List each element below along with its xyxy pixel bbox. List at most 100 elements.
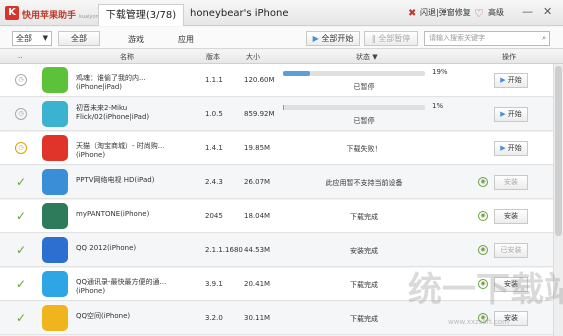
check-icon: ✓	[15, 311, 27, 325]
heart-icon[interactable]: ♡	[474, 7, 484, 20]
version-cell: 2045	[205, 212, 223, 220]
start-all-label: 全部开始	[321, 34, 354, 43]
check-icon: ✓	[15, 243, 27, 257]
app-name-cell: myPANTONE(iPhone)	[76, 210, 150, 218]
start-label: 开始	[507, 144, 522, 152]
version-cell: 3.2.0	[205, 314, 223, 322]
app-name-cell: QQ 2012(iPhone)	[76, 244, 137, 252]
install-button[interactable]: 已安装	[494, 243, 528, 258]
sort-down-icon: ▼	[372, 53, 378, 61]
table-row[interactable]: ✓ PPTV网络电视 HD(iPad) 2.4.3 26.07M 此应用暂不支持当前设备…	[0, 166, 553, 199]
pause-icon: ‖	[371, 34, 376, 43]
progress-percent: 19%	[432, 68, 448, 76]
header-action: 操作	[502, 53, 516, 61]
version-cell: 1.0.5	[205, 110, 223, 118]
check-icon: ✓	[15, 209, 27, 223]
minimize-button[interactable]: —	[522, 5, 533, 18]
start-button[interactable]: ▶ 开始	[494, 107, 528, 122]
start-all-button[interactable]: ▶ 全部开始	[306, 31, 360, 46]
header-name[interactable]: 名称	[120, 52, 134, 62]
table-header: .. 名称 版本 大小 状态 ▼ 操作	[0, 50, 563, 64]
scrollbar-thumb[interactable]	[555, 66, 562, 236]
status-text: 下载失败！	[346, 145, 382, 153]
clock-icon: ◷	[15, 74, 27, 86]
start-label: 开始	[507, 110, 522, 118]
table-row[interactable]: ✓ myPANTONE(iPhone) 2045 18.04M 下载完成 ◉ 安装	[0, 200, 553, 233]
progress-percent: 1%	[432, 102, 444, 110]
app-name-cell: PPTV网络电视 HD(iPad)	[76, 176, 155, 184]
app-name-cell: 鸡魂：谁偷了我的内...(iPhone|iPad)	[76, 74, 146, 91]
filter-games-button[interactable]: 游戏	[128, 34, 144, 45]
progress-bar	[283, 105, 425, 110]
app-name-cell: 天猫（淘宝商城）- 时尚购...(iPhone)	[76, 142, 165, 159]
size-cell: 30.11M	[244, 314, 271, 322]
app-logo: K	[5, 6, 19, 20]
table-row[interactable]: ◷ 鸡魂：谁偷了我的内...(iPhone|iPad) 1.1.1 120.60M 19…	[0, 64, 553, 97]
size-cell: 19.85M	[244, 144, 271, 152]
device-name[interactable]: honeybear's iPhone	[190, 8, 289, 19]
progress-fill	[283, 105, 285, 110]
version-cell: 2.4.3	[205, 178, 223, 186]
watermark-url: www.xxzsoft.com	[448, 318, 509, 326]
app-name-cell: 初音未来2-Miku Flick/02(iPhone|iPad)	[76, 104, 150, 121]
header-status-icon: ..	[18, 52, 23, 60]
close-button[interactable]: ✕	[543, 5, 552, 18]
header-size[interactable]: 大小	[246, 52, 260, 62]
check-icon: ✓	[15, 277, 27, 291]
install-button[interactable]: 安装	[494, 209, 528, 224]
play-icon: ▶	[312, 34, 319, 43]
filter-all-button[interactable]: 全部	[58, 31, 100, 46]
filter-apps-button[interactable]: 应用	[178, 34, 194, 45]
app-icon	[42, 305, 68, 331]
progress-bar	[283, 71, 425, 76]
app-icon	[42, 101, 68, 127]
header-version[interactable]: 版本	[206, 52, 220, 62]
tools-icon[interactable]: ✖	[408, 8, 416, 19]
title-bar: K 快用苹果助手 kuaiyong.com 下载管理(3/78) honeybe…	[0, 0, 563, 26]
app-icon	[42, 271, 68, 297]
start-button[interactable]: ▶ 开始	[494, 73, 528, 88]
size-cell: 18.04M	[244, 212, 271, 220]
app-icon	[42, 203, 68, 229]
app-icon	[42, 135, 68, 161]
watermark: 统一下载站	[408, 270, 563, 310]
table-row[interactable]: ◷ 天猫（淘宝商城）- 时尚购...(iPhone) 1.4.1 19.85M 下载失败…	[0, 132, 553, 165]
size-cell: 20.41M	[244, 280, 271, 288]
advanced-link[interactable]: 高级	[488, 7, 504, 18]
size-cell: 26.07M	[244, 178, 271, 186]
search-placeholder: 请输入搜索关键字	[429, 34, 485, 42]
version-cell: 1.1.1	[205, 76, 223, 84]
filter-select-value: 全部	[16, 34, 32, 43]
tab-download-manager[interactable]: 下载管理(3/78)	[98, 4, 184, 26]
search-icon[interactable]: ⌕	[542, 32, 546, 45]
status-text: 已暂停	[353, 117, 375, 125]
install-icon: ◉	[478, 211, 488, 221]
status-text: 安装完成	[350, 247, 378, 255]
play-icon: ▶	[500, 144, 508, 152]
size-cell: 859.92M	[244, 110, 275, 118]
pause-all-label: 全部暂停	[378, 34, 411, 43]
toolbar: 全部 ▼ 全部 游戏 应用 ▶ 全部开始 ‖ 全部暂停 请输入搜索关键字 ⌕	[0, 27, 563, 49]
filter-select[interactable]: 全部 ▼	[12, 31, 52, 46]
size-cell: 120.60M	[244, 76, 275, 84]
install-button[interactable]: 安装	[494, 175, 528, 190]
status-text: 下载完成	[350, 213, 378, 221]
status-text: 已暂停	[353, 83, 375, 91]
table-row[interactable]: ◷ 初音未来2-Miku Flick/02(iPhone|iPad) 1.0.5 85…	[0, 98, 553, 131]
pause-all-button[interactable]: ‖ 全部暂停	[364, 31, 418, 46]
start-button[interactable]: ▶ 开始	[494, 141, 528, 156]
install-icon: ◉	[478, 177, 488, 187]
header-status-label: 状态	[356, 53, 370, 61]
crash-fix-link[interactable]: 闪退|弹窗修复	[420, 7, 471, 18]
app-name-text: 快用苹果助手	[22, 11, 77, 21]
version-cell: 3.9.1	[205, 280, 223, 288]
clock-icon: ◷	[15, 142, 27, 154]
header-status[interactable]: 状态 ▼	[356, 52, 378, 62]
check-icon: ✓	[15, 175, 27, 189]
search-input[interactable]: 请输入搜索关键字 ⌕	[424, 31, 550, 46]
app-name-cell: QQ空间(iPhone)	[76, 312, 131, 320]
version-cell: 1.4.1	[205, 144, 223, 152]
app-name-cell: QQ通讯录-最快最方便的通...(iPhone)	[76, 278, 167, 295]
clock-icon: ◷	[15, 108, 27, 120]
status-text: 此应用暂不支持当前设备	[325, 179, 403, 187]
